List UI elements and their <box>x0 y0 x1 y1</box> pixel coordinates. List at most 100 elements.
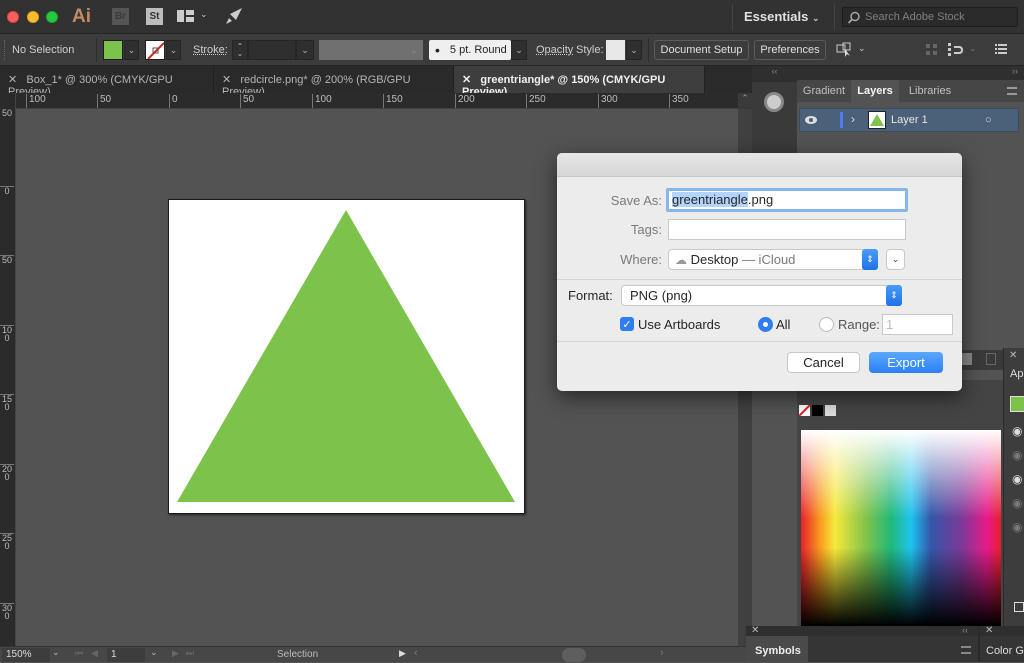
artboard[interactable] <box>168 199 525 514</box>
last-artboard-button[interactable]: ⏭ <box>186 648 194 659</box>
cancel-button[interactable]: Cancel <box>787 352 860 373</box>
brush-definition[interactable]: • 5 pt. Round <box>429 40 511 60</box>
panel-menu-icon[interactable] <box>961 646 971 654</box>
workspace-switcher[interactable]: Essentials ⌄ <box>744 9 820 24</box>
horizontal-ruler[interactable]: 100 50 0 50 100 150 200 250 300 350 <box>16 93 738 109</box>
stroke-color-swatch[interactable] <box>145 40 165 60</box>
visibility-eye-icon[interactable]: ◉ <box>1012 472 1022 486</box>
stroke-weight-input[interactable] <box>248 40 296 60</box>
layer-row[interactable]: › Layer 1 ○ <box>799 108 1019 132</box>
previous-artboard-button[interactable]: ◀ <box>91 648 98 659</box>
where-stepper-icon[interactable]: ⇕ <box>862 249 878 270</box>
expand-arrow-icon[interactable]: › <box>851 112 855 126</box>
arrange-documents-icon[interactable] <box>177 10 194 22</box>
close-icon[interactable]: ✕ <box>222 74 231 86</box>
bridge-icon[interactable]: Br <box>112 8 129 25</box>
appearance-tab[interactable]: Ap <box>1010 368 1023 380</box>
first-artboard-button[interactable]: ⏮ <box>75 648 83 659</box>
select-similar-icon[interactable] <box>836 42 854 58</box>
preferences-button[interactable]: Preferences <box>754 40 826 60</box>
align-icon[interactable] <box>926 44 938 56</box>
tab-greentriangle[interactable]: ✕ greentriangle* @ 150% (CMYK/GPU Previe… <box>454 66 705 98</box>
tab-symbols[interactable]: Symbols <box>755 645 801 657</box>
minimize-window-button[interactable] <box>27 11 39 23</box>
white-color-swatch[interactable] <box>825 405 836 416</box>
stroke-weight-stepper[interactable]: ⌃ ⌄ <box>232 40 248 60</box>
vertical-ruler[interactable]: 50 0 50 100 150 200 250 300 <box>0 93 16 646</box>
chevron-down-icon[interactable]: ⌄ <box>969 43 977 54</box>
visibility-eye-icon[interactable]: ◉ <box>1012 448 1022 462</box>
fill-dropdown[interactable]: ⌄ <box>124 40 139 60</box>
horizontal-scrollbar[interactable] <box>420 647 732 663</box>
brush-dropdown[interactable]: ⌄ <box>511 40 527 60</box>
artboard-dropdown[interactable]: ⌄ <box>150 647 158 658</box>
close-icon[interactable]: ✕ <box>751 625 759 636</box>
scroll-right-button[interactable]: › <box>660 647 664 659</box>
next-artboard-button[interactable]: ▶ <box>172 648 179 659</box>
opacity-label[interactable]: Opacity <box>536 44 573 56</box>
range-radio[interactable] <box>819 317 834 332</box>
all-radio[interactable] <box>758 317 773 332</box>
variable-width-profile[interactable] <box>319 40 405 60</box>
profile-dropdown[interactable]: ⌄ <box>405 40 423 60</box>
visibility-eye-icon[interactable] <box>804 115 818 125</box>
stroke-dropdown[interactable]: ⌄ <box>166 40 181 60</box>
expand-browser-button[interactable]: ⌄ <box>886 249 905 270</box>
tags-input[interactable] <box>668 219 906 240</box>
close-icon[interactable]: ✕ <box>1009 350 1017 361</box>
zoom-dropdown[interactable]: ⌄ <box>52 647 60 658</box>
transform-icon[interactable] <box>948 43 966 57</box>
control-menu-icon[interactable] <box>995 44 1007 55</box>
artboard-number-input[interactable]: 1 <box>107 648 145 662</box>
tab-gradient[interactable]: Gradient <box>797 80 851 102</box>
visibility-eye-icon[interactable]: ◉ <box>1012 424 1022 438</box>
range-label[interactable]: Range: <box>838 317 880 332</box>
graphic-style-swatch[interactable] <box>606 40 625 60</box>
zoom-window-button[interactable] <box>46 11 58 23</box>
all-label[interactable]: All <box>776 317 790 332</box>
tab-libraries[interactable]: Libraries <box>901 80 959 102</box>
zoom-level-input[interactable]: 150% <box>2 648 50 662</box>
chevron-down-icon[interactable]: ⌄ <box>200 9 208 20</box>
document-setup-button[interactable]: Document Setup <box>654 40 749 60</box>
current-tool-status[interactable]: Selection <box>277 649 318 660</box>
stroke-label[interactable]: Stroke: <box>193 44 228 56</box>
panel-menu-icon[interactable] <box>1007 87 1017 95</box>
close-icon[interactable]: ✕ <box>462 74 471 86</box>
scroll-left-button[interactable]: ‹ <box>414 647 418 659</box>
close-window-button[interactable] <box>7 11 19 23</box>
stroke-weight-dropdown[interactable]: ⌄ <box>296 40 314 60</box>
save-as-input[interactable]: greentriangle.png <box>666 188 908 212</box>
scrollbar-thumb[interactable] <box>562 648 586 662</box>
stock-icon[interactable]: St <box>146 8 163 25</box>
use-artboards-label[interactable]: Use Artboards <box>638 317 720 332</box>
fill-swatch[interactable] <box>1010 396 1024 412</box>
where-select[interactable]: ☁ Desktop — iCloud <box>668 249 878 270</box>
close-icon[interactable]: ✕ <box>8 74 17 86</box>
grip-handle[interactable] <box>4 40 5 60</box>
tab-redcircle[interactable]: ✕ redcircle.png* @ 200% (RGB/GPU Preview… <box>214 66 454 98</box>
fill-color-swatch[interactable] <box>103 40 123 60</box>
collapse-panels-button[interactable]: ‹‹ <box>752 66 797 82</box>
export-button[interactable]: Export <box>869 352 943 373</box>
collapse-icon[interactable]: ›› <box>1012 66 1018 76</box>
layer-name[interactable]: Layer 1 <box>891 114 928 126</box>
trash-icon[interactable] <box>986 353 996 365</box>
collapse-icon[interactable]: ‹‹ <box>962 625 968 635</box>
none-color-swatch[interactable] <box>799 405 810 416</box>
chevron-down-icon[interactable]: ⌄ <box>858 43 866 54</box>
format-select[interactable]: PNG (png) <box>621 285 901 306</box>
tab-box-1[interactable]: ✕ Box_1* @ 300% (CMYK/GPU Preview) <box>0 66 214 98</box>
search-stock-input[interactable]: Search Adobe Stock <box>842 7 1018 27</box>
visibility-eye-icon[interactable]: ◉ <box>1012 496 1022 510</box>
format-stepper-icon[interactable]: ⇕ <box>886 285 902 306</box>
scroll-up-button[interactable]: ⌃ <box>738 93 752 109</box>
dialog-title-bar[interactable] <box>557 153 962 177</box>
visibility-eye-icon[interactable]: ◉ <box>1012 520 1022 534</box>
add-stroke-icon[interactable] <box>1014 602 1024 612</box>
publish-rocket-icon[interactable] <box>224 6 244 26</box>
status-menu-arrow[interactable]: ▶ <box>399 648 406 659</box>
tab-layers[interactable]: Layers <box>851 80 899 102</box>
navigator-icon[interactable] <box>764 92 784 112</box>
black-color-swatch[interactable] <box>812 405 823 416</box>
